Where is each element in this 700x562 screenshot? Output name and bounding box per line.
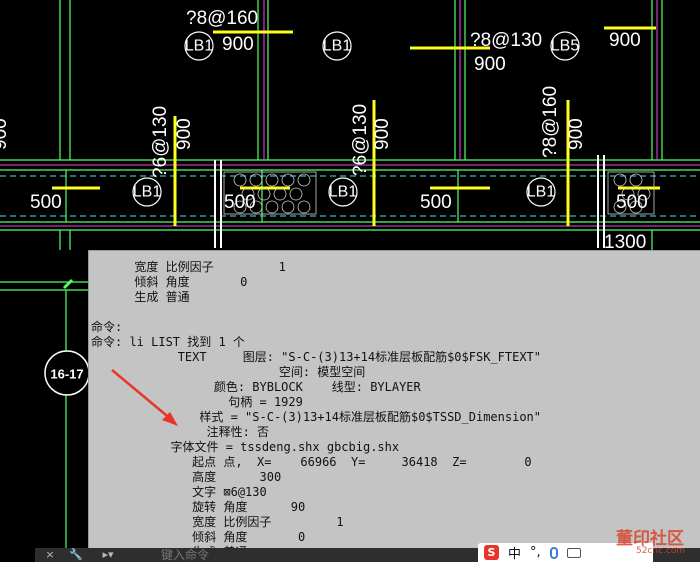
command-input[interactable] (131, 548, 491, 562)
command-prompt-icon[interactable]: ▸▾ (97, 549, 119, 561)
ime-language-toggle[interactable]: 中 (508, 543, 521, 562)
close-icon[interactable]: × (43, 549, 57, 561)
keyboard-icon[interactable] (566, 547, 581, 558)
red-arrow-icon (111, 369, 173, 421)
settings-icon[interactable]: 🔧 (69, 549, 83, 561)
watermark-sub: 52cnc.com (636, 546, 686, 556)
watermark: 董印社区 52cnc.com (612, 520, 700, 562)
ime-punctuation-toggle[interactable]: °, (530, 545, 541, 560)
sogou-logo-icon[interactable]: S (484, 545, 499, 560)
mic-icon[interactable] (549, 546, 558, 559)
annotation-overlay (111, 369, 178, 426)
